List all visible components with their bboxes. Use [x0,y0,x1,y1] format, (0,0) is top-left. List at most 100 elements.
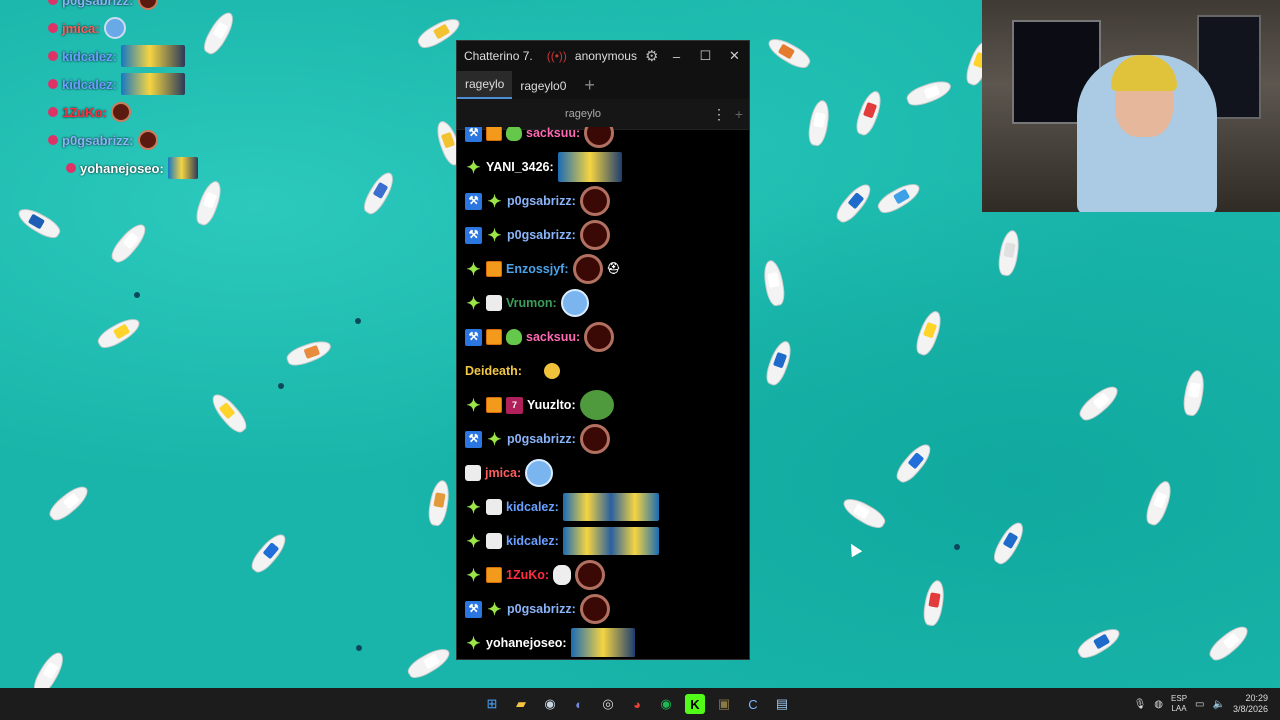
chat-message[interactable]: ✦ Enzossjyf: ⛑ [465,254,625,284]
chat-username[interactable]: Deideath: [465,364,522,378]
steam-icon[interactable]: ◉ [540,694,560,714]
broadcast-icon[interactable]: ((•)) [547,49,567,63]
volume-icon[interactable]: 🔈 [1213,699,1225,710]
desktop-shadow [134,292,140,298]
minions-emote[interactable] [562,527,659,555]
ring-emote[interactable] [579,220,610,250]
overlay-username: yohanejoseo: [80,160,164,176]
chat-message[interactable]: ⚒ sacksuu: [465,127,615,148]
overlay-badge-icon [48,107,58,117]
windows-start-icon[interactable]: ⊞ [482,694,502,714]
ring-emote[interactable] [572,254,603,284]
kick-icon[interactable]: K [685,694,705,714]
chat-message[interactable]: ⚒ ✦ p0gsabrizz: [465,594,610,624]
boat-deck [433,492,446,508]
split-channel-name[interactable]: rageylo [457,108,709,120]
obs-icon[interactable]: ◎ [598,694,618,714]
chat-message[interactable]: ⚒ sacksuu: [465,322,615,352]
ring-emote[interactable] [579,594,610,624]
chat-username[interactable]: YANI_3426: [486,160,554,174]
hat-emote[interactable]: ⛑ [607,261,625,277]
chat-message[interactable]: ✦ 1ZuKo: [465,560,606,590]
minions-emote[interactable] [562,493,659,521]
chat-username[interactable]: Yuuzlto: [527,398,576,412]
tab-rageylo[interactable]: rageylo [457,71,513,99]
chat-username[interactable]: p0gsabrizz: [507,228,576,242]
pepe-emote[interactable] [579,390,614,420]
boat-deck [262,542,280,560]
chat-message[interactable]: ⚒ ✦ p0gsabrizz: [465,220,610,250]
title-bar[interactable]: Chatterino 7. ((•)) anonymous ⚙ – ☐ ✕ [457,41,749,71]
chat-message[interactable]: ✦ kidcalez: [465,527,659,555]
chat-username[interactable]: sacksuu: [526,330,580,344]
maximize-button[interactable]: ☐ [691,48,720,64]
chat-username[interactable]: p0gsabrizz: [507,432,576,446]
ring-emote[interactable] [575,560,606,590]
file-explorer-icon[interactable]: ▰ [511,694,531,714]
chat-username[interactable]: Vrumon: [506,296,557,310]
gear-icon[interactable]: ⚙ [645,47,658,65]
split-menu-button[interactable]: ⋮ [709,106,729,123]
chat-username[interactable]: kidcalez: [506,534,559,548]
chat-username[interactable]: sacksuu: [526,127,580,140]
account-name[interactable]: anonymous [575,49,637,63]
chat-message[interactable]: ✦ kidcalez: [465,493,659,521]
chat-username[interactable]: Enzossjyf: [506,262,569,276]
ring-emote[interactable] [579,186,610,216]
message-list[interactable]: ⚒ sacksuu: ✦ YANI_3426: ⚒ ✦ p0gsabrizz: ⚒ ✦ p0gsa… [457,127,749,657]
boat-deck [893,188,911,205]
minimize-button[interactable]: – [662,49,691,64]
chat-username[interactable]: p0gsabrizz: [507,194,576,208]
moderator-badge-icon: ⚒ [465,328,482,346]
chat-message[interactable]: Deideath: [465,357,560,385]
ring-emote[interactable] [584,322,615,352]
boat [192,178,226,228]
minion-emote[interactable] [570,628,635,657]
chat-message[interactable]: ✦ Vrumon: [465,289,589,317]
tab-rageylo0[interactable]: rageylo0 [512,73,574,99]
boat-deck [372,181,389,199]
webcam-feed [982,0,1280,212]
chat-message[interactable]: ✦ YANI_3426: [465,152,622,182]
clock[interactable]: 20:29 3/8/2026 [1233,693,1268,715]
spotify-icon[interactable]: ◉ [656,694,676,714]
media-icon[interactable]: ▣ [714,694,734,714]
hand-emote[interactable] [553,565,572,585]
add-split-button[interactable]: + [729,106,749,122]
subscriber-badge-icon: ✦ [487,191,502,211]
display-icon[interactable]: ▭ [1195,699,1204,710]
chatterino-icon[interactable]: C [743,694,763,714]
discord-icon[interactable]: ◐ [569,694,589,714]
chat-message[interactable]: ✦ yohanejoseo: [465,628,635,657]
chat-username[interactable]: jmica: [485,466,521,480]
add-tab-button[interactable]: + [574,73,605,99]
close-button[interactable]: ✕ [720,48,749,64]
chat-message[interactable]: ✦ 7 Yuuzlto: [465,390,614,420]
small-emote[interactable] [543,363,560,379]
chat-username[interactable]: p0gsabrizz: [507,602,576,616]
chat-message[interactable]: ⚒ ✦ p0gsabrizz: [465,186,610,216]
boat [989,518,1029,568]
chat-username[interactable]: 1ZuKo: [506,568,549,582]
gift-box-badge-icon [486,329,502,345]
ring-emote[interactable] [584,127,615,148]
language-indicator[interactable]: ESP LAA [1171,694,1187,714]
chrome-icon[interactable]: ◕ [627,694,647,714]
chat-username[interactable]: yohanejoseo: [486,636,567,650]
blob-emote[interactable] [560,289,589,317]
chat-message[interactable]: jmica: [465,459,554,487]
subscriber-badge-icon: ✦ [466,395,481,415]
alien-badge-icon [506,127,522,141]
microphone-icon[interactable]: 🎙 [1134,699,1147,710]
ring-emote[interactable] [579,424,610,454]
boat-deck [1152,491,1168,509]
chat-username[interactable]: kidcalez: [506,500,559,514]
subscriber-badge-icon: ✦ [466,565,481,585]
chat-message[interactable]: ⚒ ✦ p0gsabrizz: [465,424,610,454]
boat-deck [433,23,451,40]
network-icon[interactable]: ◍ [1154,699,1163,710]
minion-emote[interactable] [557,152,622,182]
boat [839,493,889,533]
notepad-icon[interactable]: ▤ [772,694,792,714]
blob-emote[interactable] [525,459,554,487]
